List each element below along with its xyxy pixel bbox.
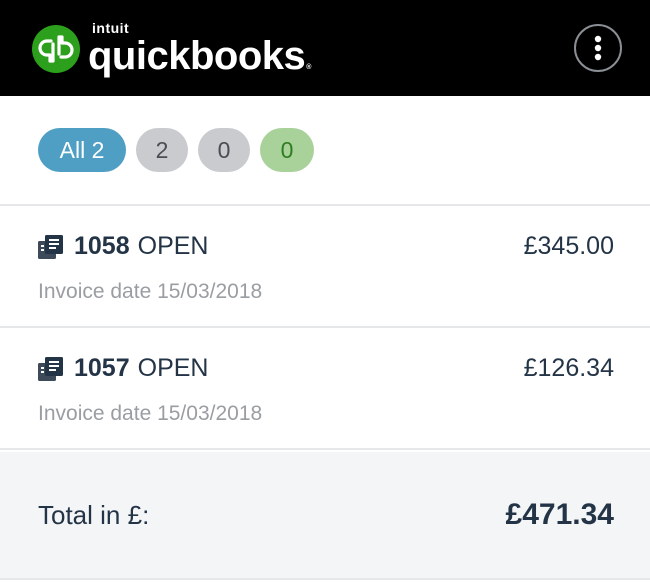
invoice-row-header: 1058 OPEN £345.00 bbox=[38, 232, 614, 261]
invoice-document-icon bbox=[38, 234, 64, 259]
status-filter-bar: All 2 2 0 0 bbox=[0, 96, 650, 206]
quickbooks-label: quickbooks® bbox=[88, 36, 311, 76]
invoice-date: Invoice date 15/03/2018 bbox=[38, 280, 263, 303]
total-amount: £471.34 bbox=[505, 498, 614, 531]
filter-pill-open[interactable]: 2 bbox=[136, 128, 188, 172]
filter-pill-overdue[interactable]: 0 bbox=[198, 128, 250, 172]
intuit-label: intuit bbox=[92, 19, 130, 36]
invoice-number: 1058 bbox=[74, 232, 130, 260]
registered-mark: ® bbox=[306, 63, 311, 71]
invoice-number: 1057 bbox=[74, 354, 130, 382]
quickbooks-wordmark: intuit quickbooks® bbox=[88, 21, 311, 76]
quickbooks-name: quickbooks bbox=[88, 33, 306, 78]
invoice-row-header: 1057 OPEN £126.34 bbox=[38, 354, 614, 383]
filter-pill-paid[interactable]: 0 bbox=[260, 128, 314, 172]
invoice-status: OPEN bbox=[137, 232, 209, 260]
invoice-row[interactable]: 1057 OPEN £126.34 Invoice date 15/03/201… bbox=[0, 328, 650, 450]
more-options-button[interactable] bbox=[574, 24, 622, 72]
invoice-amount: £126.34 bbox=[523, 354, 614, 382]
invoice-title: 1058 OPEN bbox=[38, 232, 208, 261]
total-summary: Total in £: £471.34 bbox=[0, 452, 650, 580]
qb-mark-glyph bbox=[38, 35, 74, 63]
invoice-status: OPEN bbox=[137, 354, 209, 382]
vertical-ellipsis-icon bbox=[594, 35, 602, 61]
qb-logo-icon bbox=[32, 25, 80, 73]
filter-all-pill[interactable]: All 2 bbox=[38, 128, 126, 172]
invoice-title: 1057 OPEN bbox=[38, 354, 208, 383]
quickbooks-invoice-panel: intuit quickbooks® All 2 2 0 0 1058 OPEN… bbox=[0, 0, 650, 584]
invoice-document-icon bbox=[38, 356, 64, 381]
invoice-row[interactable]: 1058 OPEN £345.00 Invoice date 15/03/201… bbox=[0, 206, 650, 328]
total-label: Total in £: bbox=[38, 499, 150, 530]
quickbooks-logo: intuit quickbooks® bbox=[32, 21, 311, 76]
app-header: intuit quickbooks® bbox=[0, 0, 650, 96]
invoice-date: Invoice date 15/03/2018 bbox=[38, 402, 263, 425]
invoice-amount: £345.00 bbox=[523, 232, 614, 260]
